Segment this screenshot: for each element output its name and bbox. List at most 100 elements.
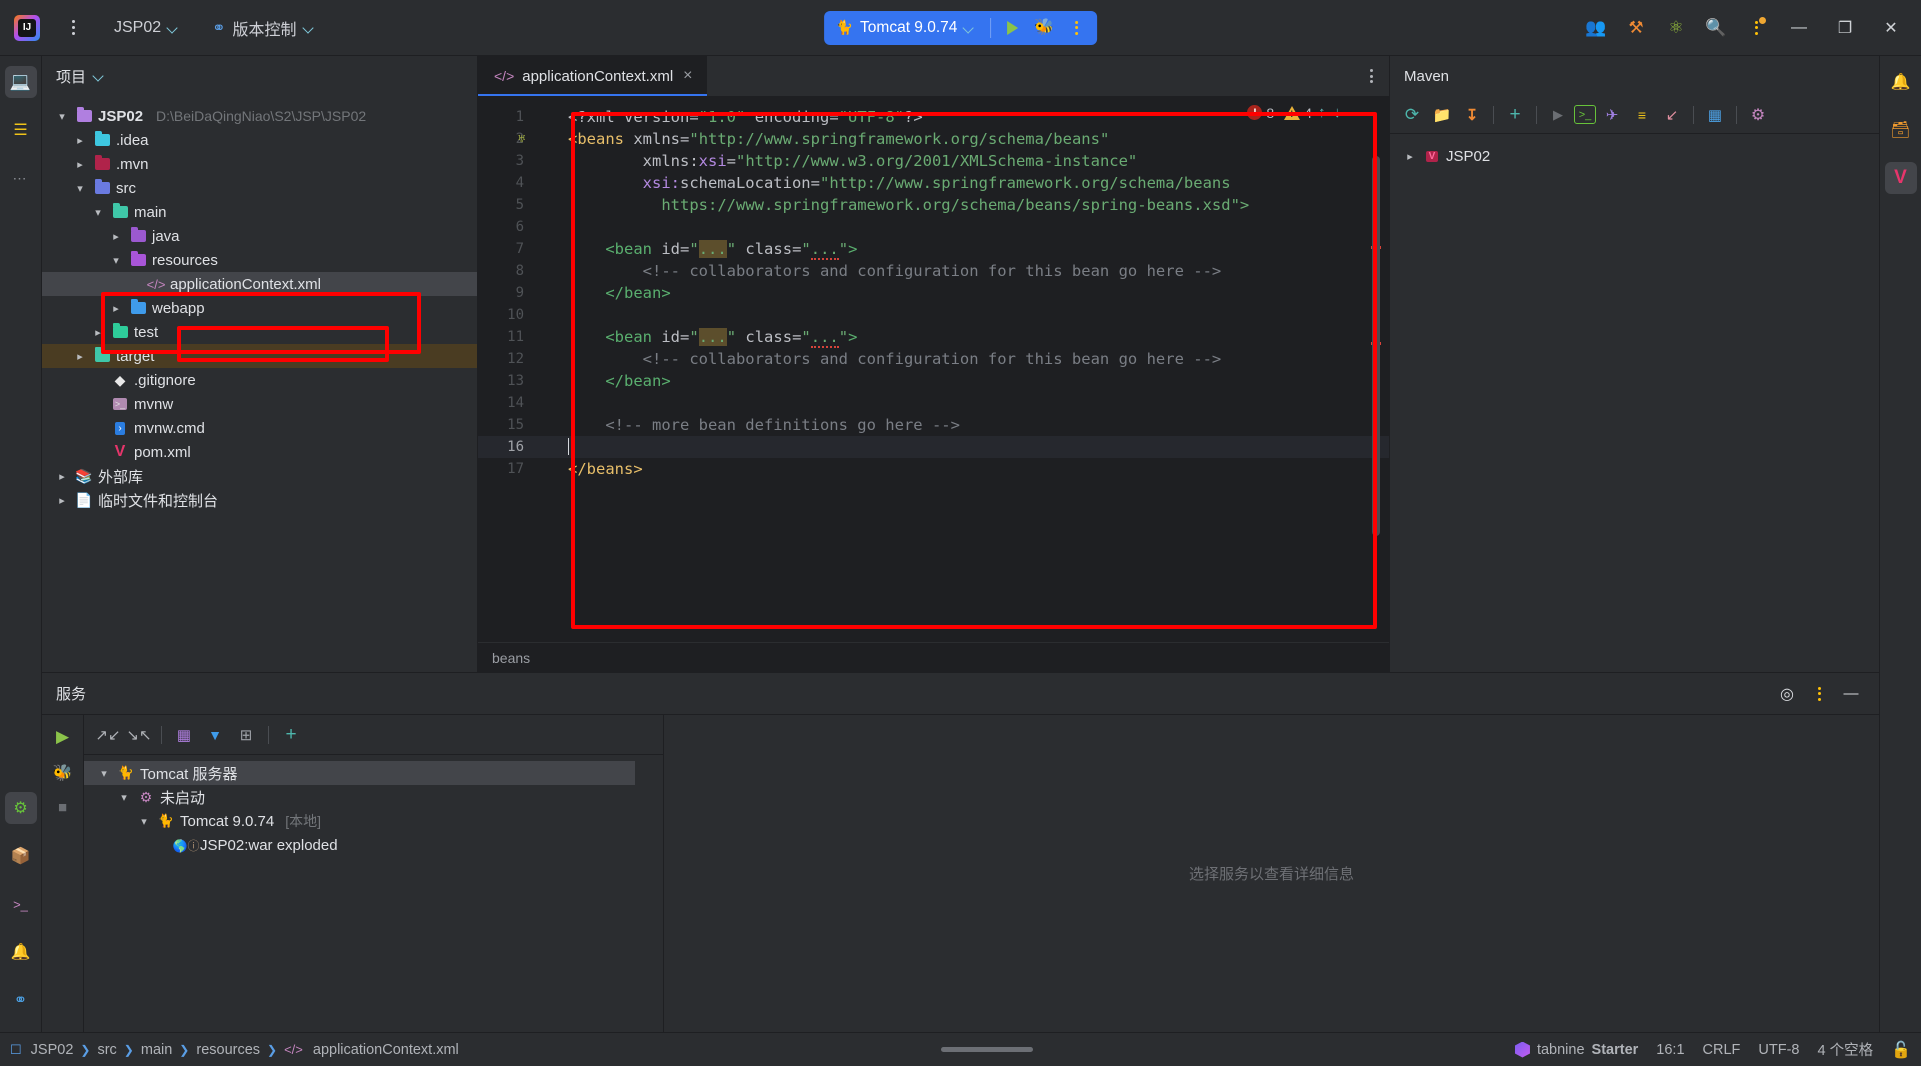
build-tool-icon[interactable]: 📦 [5, 840, 37, 872]
stop-service-icon[interactable]: ■ [58, 799, 67, 816]
code-line[interactable] [534, 304, 1389, 326]
horizontal-scroll-indicator[interactable] [940, 1047, 1033, 1052]
file-encoding[interactable]: UTF-8 [1758, 1042, 1799, 1058]
window-maximize-button[interactable]: ❐ [1823, 8, 1867, 48]
window-minimize-button[interactable]: — [1777, 8, 1821, 48]
code-line[interactable]: </bean> [534, 370, 1389, 392]
services-tree-item-jsp02-war-exploded[interactable]: 🌎ⓘ JSP02:war exploded [84, 833, 663, 857]
skip-tests-icon[interactable]: ≡ [1628, 101, 1656, 129]
more-tool-icon[interactable]: ⋯ [5, 162, 37, 194]
warning-count[interactable]: 4 [1284, 105, 1312, 121]
chevron-right-icon[interactable]: ▸ [108, 302, 124, 315]
add-service-icon[interactable]: + [277, 721, 305, 749]
breadcrumb-item[interactable]: JSP02 [31, 1042, 74, 1058]
chevron-down-icon[interactable] [94, 71, 104, 81]
line-number[interactable]: 9 [478, 282, 534, 304]
editor-tab-applicationcontext[interactable]: </> applicationContext.xml × [478, 56, 707, 96]
line-number[interactable]: 1 [478, 106, 534, 128]
chevron-right-icon[interactable]: ▸ [72, 350, 88, 363]
debug-button[interactable]: 🐝 [1029, 14, 1059, 42]
add-to-group-icon[interactable]: ⊞ [232, 721, 260, 749]
services-tree-item-tomcat----[interactable]: ▾ 🐈 Tomcat 服务器 [84, 761, 635, 785]
main-menu-button[interactable] [56, 11, 90, 45]
next-problem-icon[interactable]: ↓ [1332, 104, 1344, 121]
services-tool-icon[interactable]: ⚙ [4, 792, 37, 824]
tools-icon[interactable]: ⚒ [1617, 9, 1655, 47]
breadcrumb-item[interactable]: main [141, 1042, 172, 1058]
project-tree-item--gitignore[interactable]: ◆ .gitignore [42, 368, 477, 392]
close-icon[interactable]: × [681, 67, 694, 85]
project-tree-item---------[interactable]: ▸ 📄 临时文件和控制台 [42, 488, 477, 512]
database-icon[interactable]: 🗃 [1885, 114, 1917, 146]
tabnine-widget[interactable]: tabnine Starter [1514, 1041, 1638, 1058]
editor-breadcrumb[interactable]: beans [478, 642, 1389, 672]
notifications-icon[interactable]: 🔔 [1885, 66, 1917, 98]
caret-position[interactable]: 16:1 [1656, 1042, 1684, 1058]
debug-service-icon[interactable]: 🐝 [53, 763, 73, 783]
breadcrumb[interactable]: ☐ JSP02 ❯ src ❯ main ❯ resources ❯ </> application… [10, 1042, 459, 1058]
code-content[interactable]: <?xml version="1.0" encoding="UTF-8"?> <b… [534, 96, 1389, 642]
code-with-me-icon[interactable]: 👥 [1577, 9, 1615, 47]
commit-tool-icon[interactable]: ☰ [5, 114, 37, 146]
collapse-all-icon[interactable]: ↘↖ [125, 721, 153, 749]
search-icon[interactable]: 🔍 [1697, 9, 1735, 47]
code-line[interactable] [534, 216, 1389, 238]
vcs-widget[interactable]: ⚭ 版本控制 [202, 12, 323, 44]
code-line[interactable] [534, 436, 1389, 458]
unlocked-icon[interactable]: 🔓 [1891, 1040, 1911, 1060]
line-number[interactable]: 2 ♅ [478, 128, 534, 150]
code-editor[interactable]: 1 2 ♅ 3 4 5 6 7 8 9 10 11 12 13 14 15 16 17 <?xml version… [478, 96, 1389, 642]
project-tree-item-main[interactable]: ▾ main [42, 200, 477, 224]
project-tree-item-pom-xml[interactable]: Vpom.xml [42, 440, 477, 464]
error-count[interactable]: ! 8 [1247, 105, 1274, 121]
window-close-button[interactable]: ✕ [1869, 8, 1913, 48]
run-more-button[interactable] [1061, 14, 1091, 42]
line-number[interactable]: 17 [478, 458, 534, 480]
line-number[interactable]: 15 [478, 414, 534, 436]
chevron-down-icon[interactable]: ▾ [96, 767, 112, 780]
options-icon[interactable] [1805, 680, 1833, 708]
code-line[interactable]: <bean id="..." class="..."> [534, 238, 1389, 260]
chevron-down-icon[interactable]: ▾ [108, 254, 124, 267]
code-line[interactable]: <!-- collaborators and configuration for… [534, 348, 1389, 370]
code-line[interactable]: xmlns:xsi="http://www.w3.org/2001/XMLSch… [534, 150, 1389, 172]
services-tree-item----[interactable]: ▾ ⚙ 未启动 [84, 785, 663, 809]
line-number[interactable]: 8 [478, 260, 534, 282]
download-sources-icon[interactable]: ↧ [1458, 101, 1486, 129]
hide-icon[interactable]: — [1837, 680, 1865, 708]
project-tree-item-jsp02[interactable]: ▾ JSP02 D:\BeiDaQingNiao\S2\JSP\JSP02 [42, 104, 477, 128]
chevron-right-icon[interactable]: ▸ [90, 326, 106, 339]
chevron-down-icon[interactable]: ▾ [136, 815, 152, 828]
reload-all-projects-icon[interactable]: 📁 [1428, 101, 1456, 129]
code-line[interactable] [534, 392, 1389, 414]
line-number[interactable]: 16 [478, 436, 534, 458]
project-selector[interactable]: JSP02 [104, 12, 188, 44]
code-line[interactable]: xsi:schemaLocation="http://www.springfra… [534, 172, 1389, 194]
project-tree-item--idea[interactable]: ▸ .idea [42, 128, 477, 152]
reload-icon[interactable]: ⟳ [1398, 101, 1426, 129]
chevron-down-icon[interactable]: ▾ [116, 791, 132, 804]
code-line[interactable]: <!-- more bean definitions go here --> [534, 414, 1389, 436]
filter-icon[interactable]: ▼ [201, 721, 229, 749]
add-maven-project-icon[interactable]: + [1501, 101, 1529, 129]
maven-icon[interactable]: V [1884, 162, 1917, 194]
execute-command-icon[interactable]: >_ [1574, 105, 1596, 124]
project-tree-item-mvnw-cmd[interactable]: › mvnw.cmd [42, 416, 477, 440]
code-line[interactable]: <beans xmlns="http://www.springframework… [534, 128, 1389, 150]
code-line[interactable]: https://www.springframework.org/schema/b… [534, 194, 1389, 216]
line-number[interactable]: 10 [478, 304, 534, 326]
maven-tree-item-jsp02[interactable]: ▸ V JSP02 [1390, 144, 1879, 168]
breadcrumb-item[interactable]: resources [196, 1042, 260, 1058]
chevron-down-icon[interactable]: ▾ [54, 110, 70, 123]
project-tree-item-src[interactable]: ▾ src [42, 176, 477, 200]
chevron-right-icon[interactable]: ▸ [72, 134, 88, 147]
show-dependencies-icon[interactable]: ▦ [1701, 101, 1729, 129]
code-line[interactable]: <!-- collaborators and configuration for… [534, 260, 1389, 282]
line-number[interactable]: 4 [478, 172, 534, 194]
run-goal-icon[interactable]: ▶ [1544, 101, 1572, 129]
project-tree[interactable]: ▾ JSP02 D:\BeiDaQingNiao\S2\JSP\JSP02 ▸ .ide… [42, 96, 477, 672]
project-tree-item-mvnw[interactable]: >_ mvnw [42, 392, 477, 416]
run-button[interactable] [997, 14, 1027, 42]
line-number[interactable]: 5 [478, 194, 534, 216]
problems-tool-icon[interactable]: 🔔 [5, 936, 37, 968]
